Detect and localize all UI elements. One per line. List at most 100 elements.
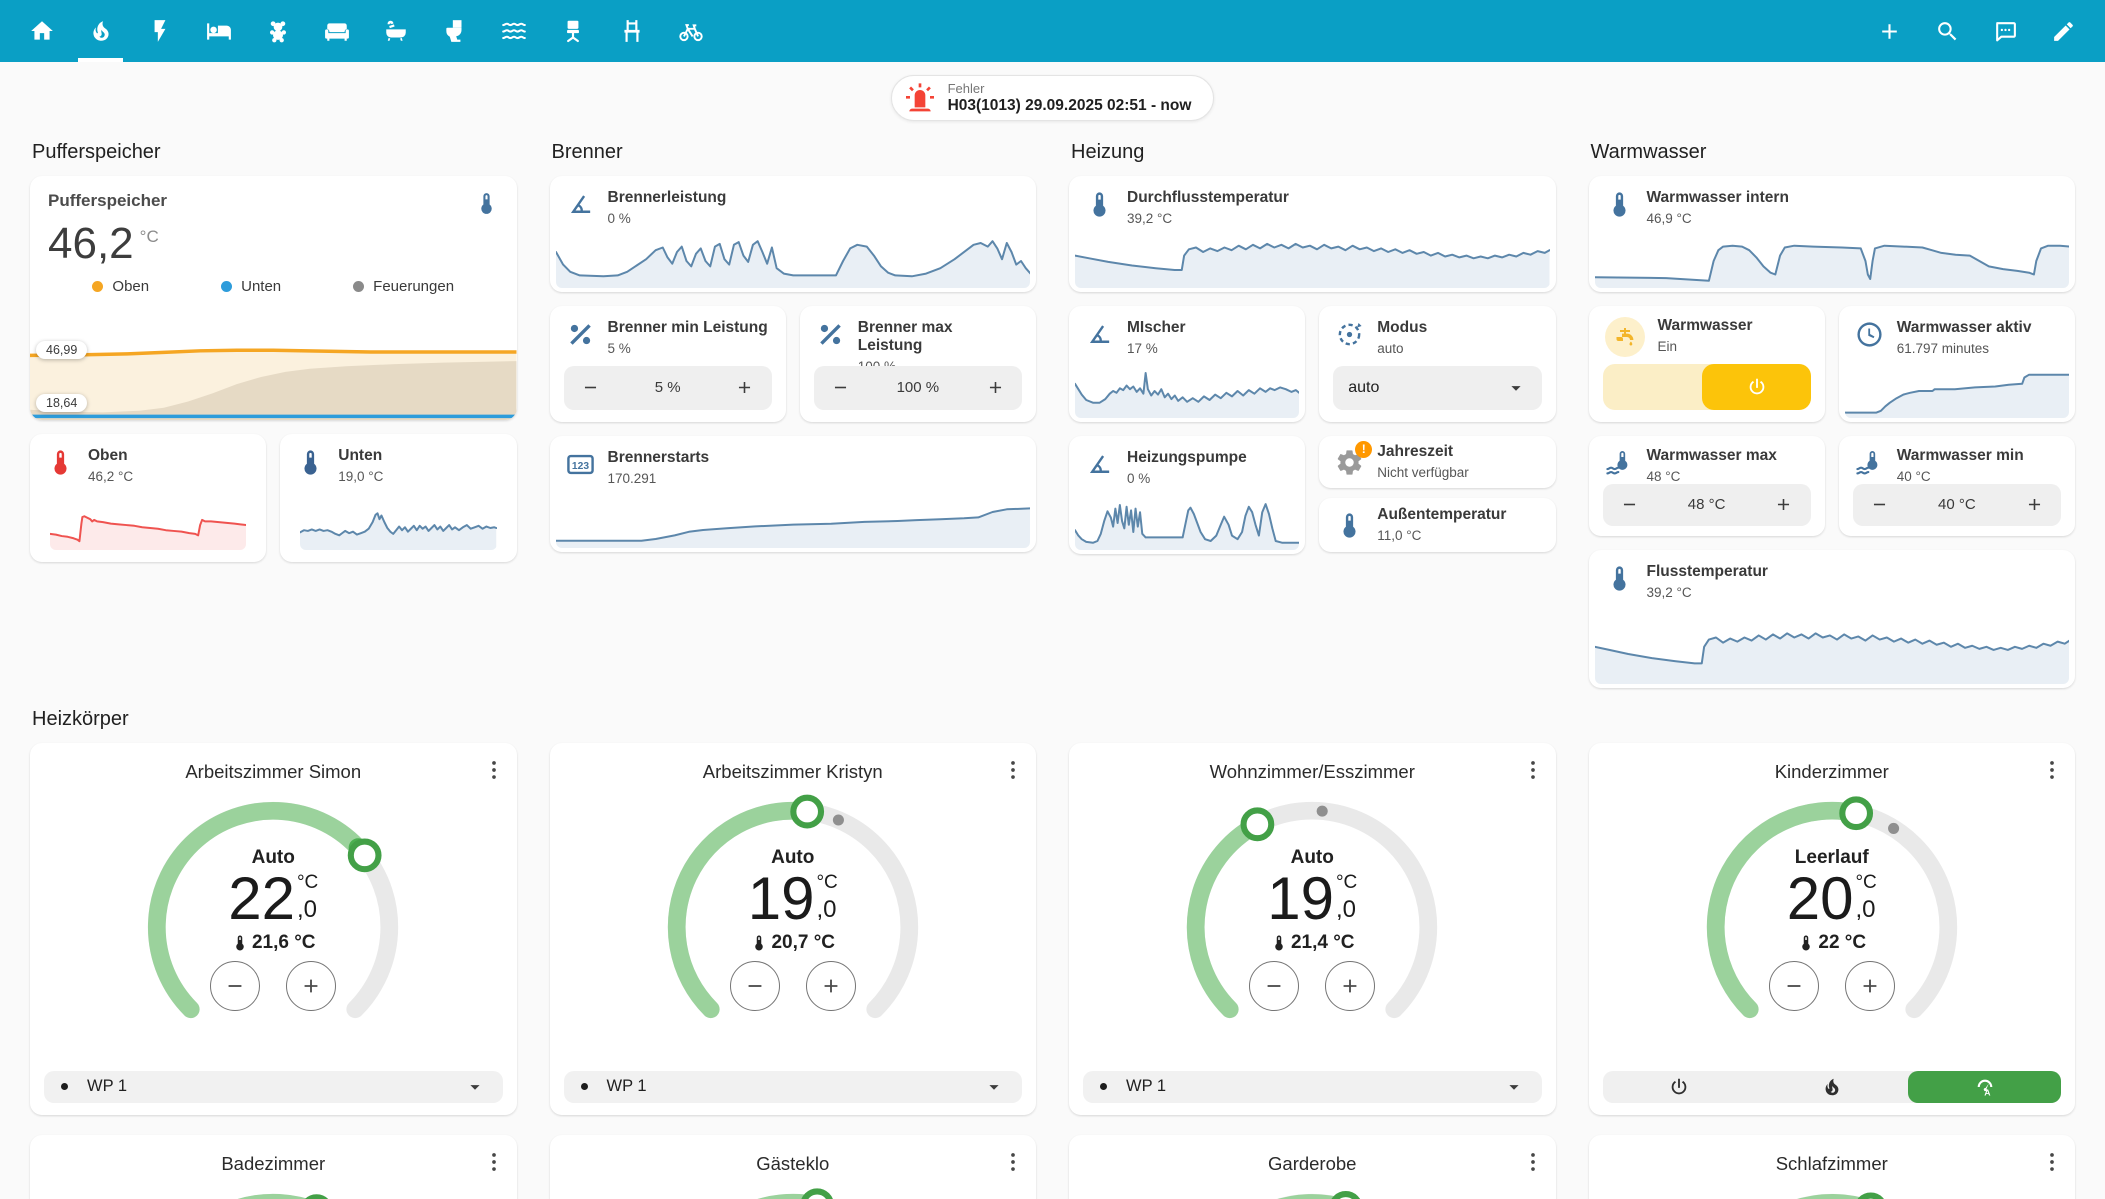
card-menu-button[interactable] [481,757,507,783]
thermostat-card-kinderzimmer[interactable]: Kinderzimmer Leerlauf 20 °C ,0 [1589,743,2076,1115]
thermostat-card-arbeitszimmer-kristyn[interactable]: Arbeitszimmer Kristyn Auto 19 °C ,0 [550,743,1037,1115]
nav-tab-wc[interactable] [425,0,484,62]
jahreszeit-card[interactable]: ! Jahreszeit Nicht verfügbar [1319,436,1555,488]
search-button[interactable] [1927,11,1967,51]
increase-button[interactable] [968,366,1022,410]
nav-tab-energy[interactable] [130,0,189,62]
mode-off-button[interactable] [1603,1071,1756,1103]
thermostat-card-badezimmer[interactable]: Badezimmer [30,1135,517,1199]
thermostat-card-wohnzimmer-esszimmer[interactable]: Wohnzimmer/Esszimmer Auto 19 °C ,0 [1069,743,1556,1115]
error-chip[interactable]: Fehler H03(1013) 29.09.2025 02:51 - now [891,75,1215,121]
pufferspeicher-card[interactable]: Pufferspeicher 46,2 °C Oben Unten Feueru… [30,176,517,420]
percent-icon [816,320,845,349]
heizungspumpe-chart [1075,496,1299,550]
decrease-button[interactable] [814,366,868,410]
heizungspumpe-card[interactable]: Heizungspumpe 0 % [1069,436,1305,554]
warmwasser-intern-card[interactable]: Warmwasser intern 46,9 °C [1589,176,2076,292]
oben-sensor-card[interactable]: Oben 46,2 °C [30,434,266,562]
card-menu-button[interactable] [1000,757,1026,783]
section-warmwasser: Warmwasser Warmwasser intern 46,9 °C [1589,125,2076,688]
minus-icon [831,378,850,397]
card-menu-button[interactable] [2039,757,2065,783]
brenner-min-card[interactable]: Brenner min Leistung 5 % 5 % [550,306,786,422]
brennerleistung-card[interactable]: Brennerleistung 0 % [550,176,1037,292]
nav-tab-office[interactable] [543,0,602,62]
warmwasser-toggle[interactable] [1603,364,1811,410]
temp-increase-button[interactable] [1845,961,1895,1011]
increase-button[interactable] [718,366,772,410]
thermostat-card-arbeitszimmer-simon[interactable]: Arbeitszimmer Simon Auto 22 °C ,0 [30,743,517,1115]
card-menu-button[interactable] [1520,757,1546,783]
thermometer-icon [231,934,249,952]
assist-button[interactable] [1985,11,2025,51]
nav-tab-bike[interactable] [661,0,720,62]
flusstemperatur-card[interactable]: Flusstemperatur 39,2 °C [1589,550,2076,688]
temp-increase-button[interactable] [286,961,336,1011]
temp-decrease-button[interactable] [1249,961,1299,1011]
decrease-button[interactable] [1603,484,1657,526]
chevron-down-icon [464,1076,486,1098]
preset-select[interactable]: WP 1 [44,1071,503,1103]
card-title: Warmwasser intern [1647,189,1789,207]
card-title: Brennerstarts [608,449,710,467]
add-button[interactable] [1869,11,1909,51]
increase-button[interactable] [1757,484,1811,526]
durchflusstemperatur-card[interactable]: Durchflusstemperatur 39,2 °C [1069,176,1556,292]
card-title: Flusstemperatur [1647,563,1768,581]
temp-decrease-button[interactable] [210,961,260,1011]
nav-tab-kids-room[interactable] [248,0,307,62]
card-menu-button[interactable] [1520,1149,1546,1175]
nav-tab-bathroom[interactable] [366,0,425,62]
warmwasser-min-card[interactable]: Warmwasser min 40 °C 40 °C [1839,436,2075,536]
nav-tab-home[interactable] [12,0,71,62]
nav-tab-pool[interactable] [484,0,543,62]
modus-select[interactable]: auto [1333,366,1541,410]
decrease-button[interactable] [1853,484,1907,526]
legend-label: Feuerungen [373,278,454,295]
dots-vertical-icon [481,757,507,783]
mode-auto-button[interactable] [1908,1071,2061,1103]
aussentemperatur-card[interactable]: Außentemperatur 11,0 °C [1319,498,1555,552]
modus-card[interactable]: Modus auto auto [1319,306,1555,422]
brennerstarts-card[interactable]: Brennerstarts 170.291 [550,436,1037,552]
dial-knob[interactable] [1332,1194,1360,1199]
nav-tab-heating[interactable] [71,0,130,62]
temp-increase-button[interactable] [1325,961,1375,1011]
preset-select[interactable]: WP 1 [1083,1071,1542,1103]
plus-icon [1774,495,1793,514]
temp-increase-button[interactable] [806,961,856,1011]
fire-icon [1821,1076,1843,1098]
warmwasser-intern-chart [1595,234,2070,288]
decrease-button[interactable] [564,366,618,410]
dial-knob[interactable] [803,1191,831,1199]
legend-dot-unten [221,281,232,292]
dial-knob[interactable] [1857,1195,1885,1199]
mode-heat-button[interactable] [1755,1071,1908,1103]
increase-button[interactable] [2007,484,2061,526]
thermostat-title: Schlafzimmer [1603,1153,2062,1175]
thermostat-card-garderobe[interactable]: Garderobe [1069,1135,1556,1199]
card-menu-button[interactable] [481,1149,507,1175]
section-pufferspeicher: Pufferspeicher Pufferspeicher 46,2 °C Ob… [30,125,517,562]
thermometer-water-icon [1605,448,1634,477]
brenner-max-card[interactable]: Brenner max Leistung 100 % 100 % [800,306,1036,422]
nav-tab-living-room[interactable] [307,0,366,62]
thermostat-card-schlafzimmer[interactable]: Schlafzimmer [1589,1135,2076,1199]
card-menu-button[interactable] [1000,1149,1026,1175]
nav-tab-dining[interactable] [602,0,661,62]
preset-select[interactable]: WP 1 [564,1071,1023,1103]
warmwasser-switch-card[interactable]: Warmwasser Ein [1589,306,1825,422]
plus-icon [1877,19,1902,44]
nav-tab-bedroom[interactable] [189,0,248,62]
card-menu-button[interactable] [2039,1149,2065,1175]
temp-decrease-button[interactable] [730,961,780,1011]
warmwasser-aktiv-card[interactable]: Warmwasser aktiv 61.797 minutes [1839,306,2075,422]
bicycle-icon [678,18,704,44]
mischer-card[interactable]: MIscher 17 % [1069,306,1305,422]
percent-icon [566,320,595,349]
edit-dashboard-button[interactable] [2043,11,2083,51]
warmwasser-max-card[interactable]: Warmwasser max 48 °C 48 °C [1589,436,1825,536]
thermostat-card-gaesteklo[interactable]: Gästeklo [550,1135,1037,1199]
unten-sensor-card[interactable]: Unten 19,0 °C [280,434,516,562]
temp-decrease-button[interactable] [1769,961,1819,1011]
